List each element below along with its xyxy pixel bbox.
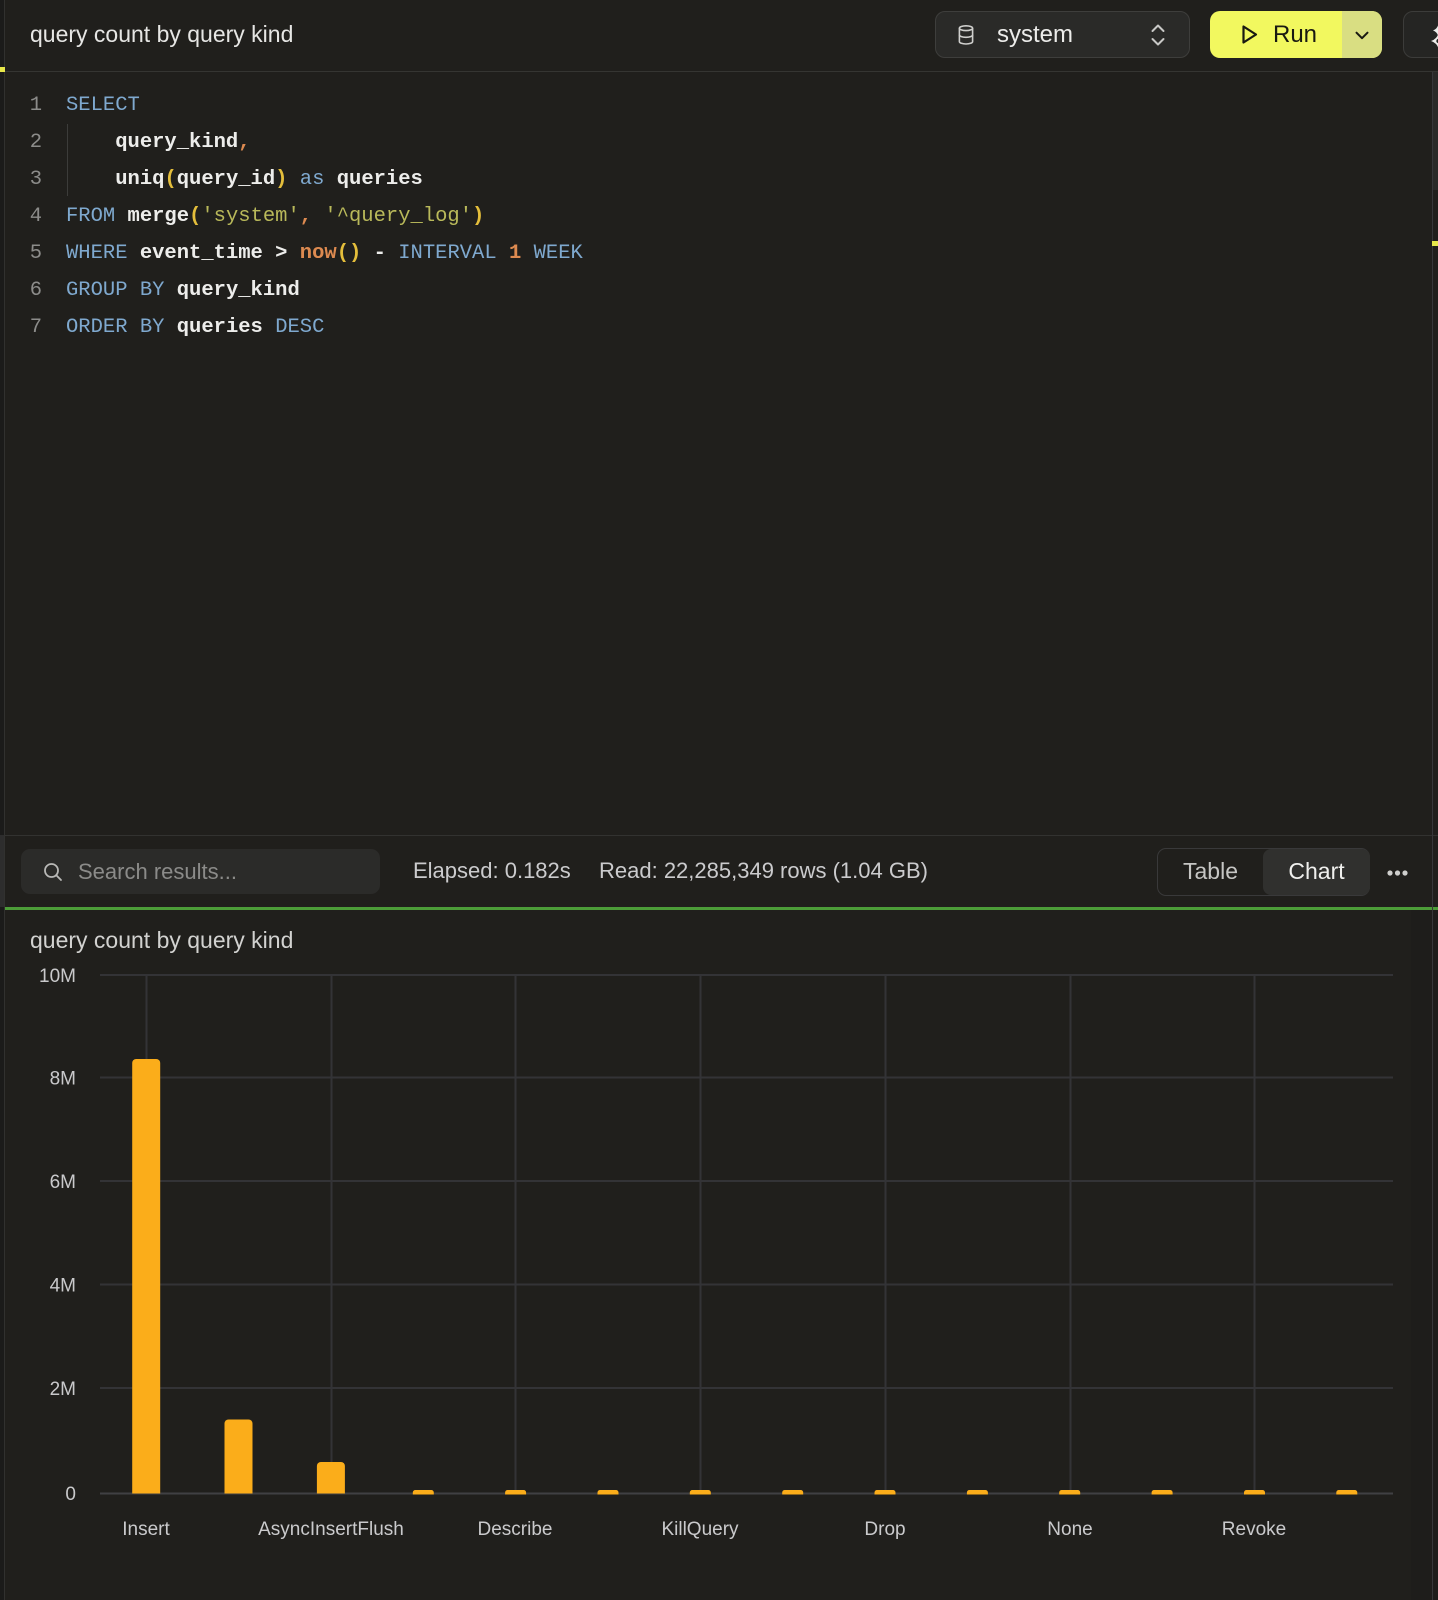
svg-text:4M: 4M — [50, 1276, 76, 1297]
svg-text:6M: 6M — [50, 1172, 76, 1193]
svg-text:None: None — [1047, 1519, 1092, 1540]
svg-text:KillQuery: KillQuery — [661, 1519, 739, 1540]
svg-text:0: 0 — [65, 1484, 76, 1505]
svg-text:10M: 10M — [39, 966, 76, 987]
svg-text:2M: 2M — [50, 1379, 76, 1400]
svg-text:Describe: Describe — [478, 1519, 553, 1540]
svg-text:Insert: Insert — [122, 1519, 170, 1540]
svg-text:8M: 8M — [50, 1069, 76, 1090]
svg-text:AsyncInsertFlush: AsyncInsertFlush — [258, 1519, 404, 1540]
svg-text:Drop: Drop — [864, 1519, 905, 1540]
svg-text:Revoke: Revoke — [1222, 1519, 1286, 1540]
